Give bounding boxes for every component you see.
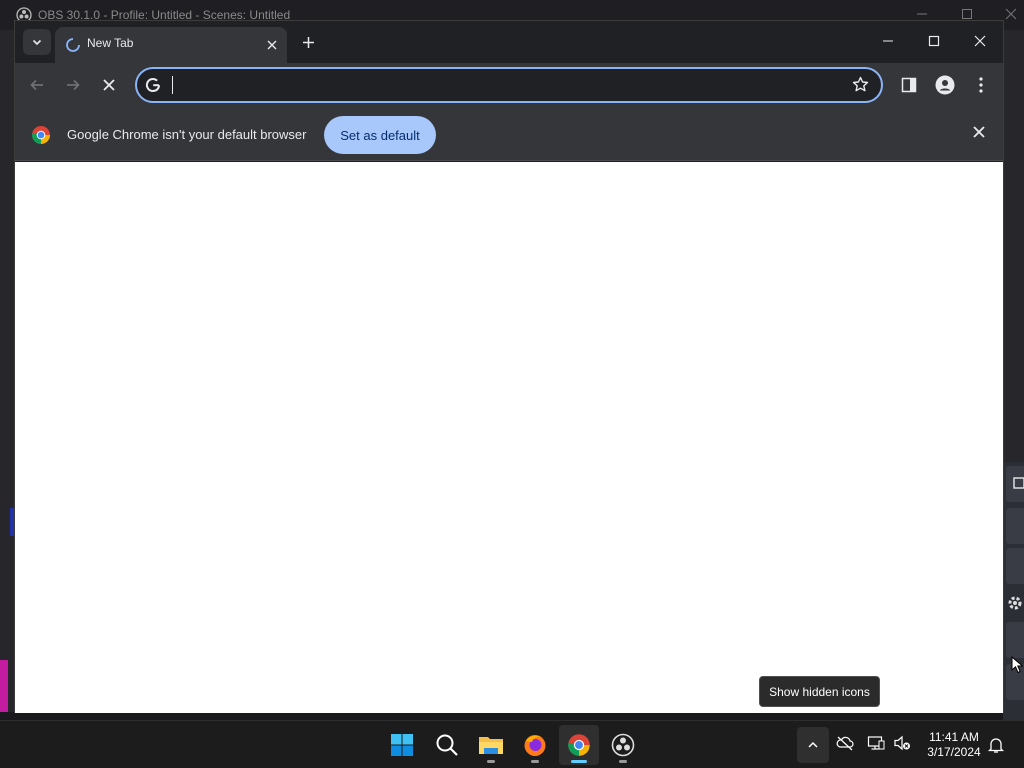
kebab-menu-icon xyxy=(979,77,983,93)
notification-bell-icon[interactable] xyxy=(988,736,1004,754)
forward-button[interactable] xyxy=(59,71,87,99)
tooltip: Show hidden icons xyxy=(759,676,880,707)
obs-minimize-button[interactable] xyxy=(916,8,928,20)
obs-dock-toolbar xyxy=(0,712,1024,720)
page-content[interactable] xyxy=(15,162,1003,713)
obs-color-strip xyxy=(0,660,8,720)
default-browser-infobar: Google Chrome isn't your default browser… xyxy=(15,107,1003,161)
clock-time: 11:41 AM xyxy=(929,730,979,744)
chrome-toolbar xyxy=(15,63,1003,107)
show-hidden-icons-button[interactable] xyxy=(797,727,829,763)
profile-button[interactable] xyxy=(931,71,959,99)
chevron-down-icon xyxy=(32,39,42,46)
tab-title: New Tab xyxy=(87,36,134,50)
tab-close-icon[interactable] xyxy=(263,36,281,54)
taskbar-app-file-explorer[interactable] xyxy=(471,725,511,765)
chrome-logo-icon xyxy=(31,125,51,145)
infobar-close-icon[interactable] xyxy=(973,126,985,138)
obs-panel-button[interactable] xyxy=(1006,548,1024,584)
chrome-icon xyxy=(568,734,590,756)
start-button[interactable] xyxy=(382,725,422,765)
obs-panel-button[interactable] xyxy=(1006,622,1024,658)
tab-search-button[interactable] xyxy=(23,29,51,55)
start-icon xyxy=(391,734,413,756)
taskbar-app-firefox[interactable] xyxy=(515,725,555,765)
tab-strip: New Tab xyxy=(15,21,1003,63)
text-caret xyxy=(172,76,173,94)
taskbar-app-chrome[interactable] xyxy=(559,725,599,765)
star-icon[interactable] xyxy=(852,76,869,93)
google-g-icon xyxy=(145,77,161,93)
system-clock[interactable]: 11:41 AM 3/17/2024 xyxy=(920,730,988,760)
back-button[interactable] xyxy=(23,71,51,99)
running-indicator xyxy=(531,760,539,763)
chevron-up-icon xyxy=(808,741,818,748)
chrome-maximize-button[interactable] xyxy=(911,27,957,55)
file-explorer-icon xyxy=(479,737,503,754)
chrome-minimize-button[interactable] xyxy=(865,27,911,55)
taskbar: 11:41 AM 3/17/2024 xyxy=(0,720,1024,768)
maximize-icon xyxy=(928,35,940,47)
taskbar-search-button[interactable] xyxy=(427,725,467,765)
running-indicator xyxy=(487,760,495,763)
taskbar-app-obs[interactable] xyxy=(603,725,643,765)
obs-maximize-button[interactable] xyxy=(961,8,973,20)
infobar-message: Google Chrome isn't your default browser xyxy=(67,127,307,142)
close-icon xyxy=(103,79,115,91)
running-indicator xyxy=(619,760,627,763)
side-panel-icon xyxy=(901,77,917,93)
chrome-close-button[interactable] xyxy=(957,27,1003,55)
chrome-menu-button[interactable] xyxy=(967,71,995,99)
stop-loading-button[interactable] xyxy=(95,71,123,99)
firefox-icon xyxy=(524,735,546,756)
set-as-default-button[interactable]: Set as default xyxy=(324,116,436,154)
chrome-window: New Tab Google Chrome isn't your default… xyxy=(14,20,1004,713)
active-indicator xyxy=(571,760,587,763)
omnibox[interactable] xyxy=(135,67,883,103)
loading-spinner-icon xyxy=(65,37,81,53)
arrow-right-icon xyxy=(67,79,80,91)
minimize-icon xyxy=(883,40,893,42)
gear-icon[interactable] xyxy=(1006,594,1024,612)
obs-dock-icon[interactable] xyxy=(1012,476,1024,490)
network-icon[interactable] xyxy=(867,735,885,751)
obs-panel-button[interactable] xyxy=(1006,508,1024,544)
profile-icon xyxy=(935,75,955,95)
arrow-left-icon xyxy=(30,79,43,91)
obs-icon xyxy=(611,733,635,757)
mouse-cursor-icon xyxy=(1011,656,1023,674)
close-icon xyxy=(974,35,986,47)
search-icon xyxy=(436,734,458,756)
obs-close-button[interactable] xyxy=(1005,8,1017,20)
tab-new-tab[interactable]: New Tab xyxy=(55,27,287,63)
plus-icon xyxy=(302,36,314,48)
side-panel-button[interactable] xyxy=(895,71,923,99)
onedrive-offline-icon[interactable] xyxy=(836,735,854,751)
volume-muted-icon[interactable] xyxy=(893,735,911,751)
obs-right-panel xyxy=(1003,462,1024,720)
new-tab-button[interactable] xyxy=(297,31,319,53)
clock-date: 3/17/2024 xyxy=(927,745,981,759)
address-input[interactable] xyxy=(177,73,837,97)
